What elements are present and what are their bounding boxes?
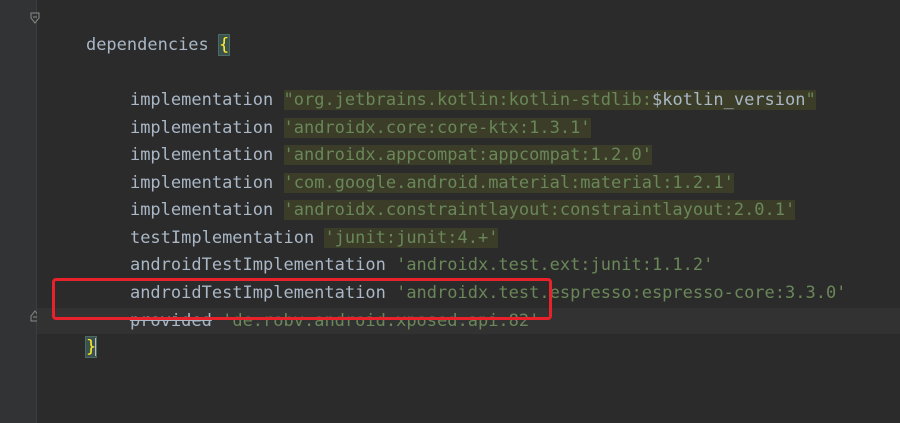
fold-open-icon[interactable] [30, 12, 40, 24]
editor-gutter [0, 0, 36, 423]
keyword-dependencies: dependencies [85, 35, 209, 55]
code-line-dependencies[interactable]: dependencies { [45, 6, 231, 56]
dependency-string-end: " [805, 90, 816, 110]
red-annotation-box [52, 278, 552, 320]
code-line[interactable]: androidTestImplementation 'androidx.test… [45, 254, 846, 303]
text-caret [95, 338, 98, 356]
gutter-divider [36, 0, 37, 423]
code-line[interactable]: androidTestImplementation 'androidx.test… [45, 226, 713, 275]
code-line[interactable]: implementation 'androidx.appcompat:appco… [45, 116, 652, 165]
code-line[interactable]: implementation 'androidx.core:core-ktx:1… [45, 89, 591, 138]
template-variable: $kotlin_version [651, 90, 806, 110]
code-line[interactable]: implementation "org.jetbrains.kotlin:kot… [45, 61, 816, 110]
code-editor[interactable]: dependencies { implementation "org.jetbr… [0, 0, 900, 423]
open-brace: { [218, 34, 231, 56]
code-line[interactable]: testImplementation 'junit:junit:4.+' [45, 199, 499, 248]
code-line[interactable]: implementation 'androidx.constraintlayou… [45, 171, 796, 220]
code-line[interactable]: implementation 'com.google.android.mater… [45, 144, 734, 193]
